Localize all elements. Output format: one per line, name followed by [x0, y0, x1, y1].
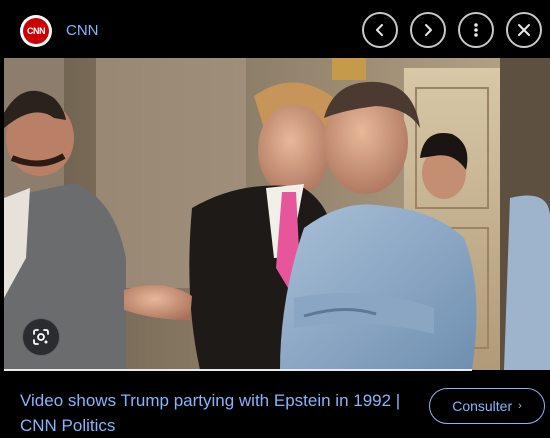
preview-image[interactable] — [4, 58, 550, 370]
image-divider — [4, 369, 472, 371]
chevron-right-icon — [425, 24, 432, 36]
previous-button[interactable] — [362, 12, 398, 48]
source-logo[interactable]: CNN — [20, 15, 52, 47]
image-viewer-panel: CNN CNN Video shows Trump partying with … — [0, 0, 550, 438]
chevron-right-icon: › — [518, 400, 522, 412]
google-lens-icon — [33, 329, 49, 345]
close-button[interactable] — [506, 12, 542, 48]
close-icon — [518, 24, 530, 36]
cnn-logo-icon: CNN — [23, 18, 49, 44]
source-name[interactable]: CNN — [66, 22, 99, 39]
image-title-link[interactable]: Video shows Trump partying with Epstein … — [20, 388, 420, 438]
visit-button[interactable]: Consulter › — [429, 388, 545, 424]
visit-label: Consulter — [452, 398, 513, 414]
google-lens-button[interactable] — [22, 318, 60, 356]
more-options-button[interactable] — [458, 12, 494, 48]
video-still-photo — [4, 58, 550, 370]
chevron-left-icon — [376, 24, 383, 36]
more-vert-icon — [474, 23, 478, 37]
viewer-header: CNN CNN — [0, 0, 550, 58]
next-button[interactable] — [410, 12, 446, 48]
